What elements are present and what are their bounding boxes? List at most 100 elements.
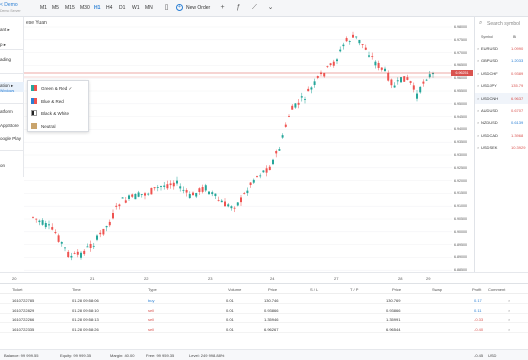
remove-icon[interactable]: × bbox=[477, 46, 479, 51]
color-scheme-label: Blue & Red bbox=[41, 98, 64, 104]
color-scheme-label: Green & Red ✓ bbox=[41, 86, 73, 91]
watchlist-symbol: USDCAD bbox=[481, 132, 498, 138]
plus-icon[interactable]: + bbox=[218, 3, 227, 12]
watchlist-symbol: USDSEK bbox=[481, 145, 498, 151]
trade-row[interactable]: 1610722335 01.28 09:58:26 sell 0.01 6.96267 6… bbox=[0, 324, 528, 333]
trades-col-header: Price bbox=[392, 287, 402, 292]
close-trade-icon[interactable]: × bbox=[508, 327, 510, 332]
side-menu: ant ▸ p ▸ ading ation ▸ Windows atform AppStor… bbox=[0, 17, 24, 177]
candle-body bbox=[89, 243, 92, 248]
trade-profit: 0.11 bbox=[474, 307, 482, 313]
trade-row[interactable]: 1610722829 01.28 09:58:10 sell 0.01 0.93866 0… bbox=[0, 305, 528, 314]
side-menu-item[interactable]: Windows bbox=[0, 89, 14, 93]
timeframe-d1[interactable]: D1 bbox=[119, 5, 125, 11]
remove-icon[interactable]: × bbox=[477, 58, 479, 63]
color-scheme-option[interactable]: Black & White bbox=[31, 108, 87, 118]
brand[interactable]: < Demo Demo Server bbox=[0, 2, 24, 15]
candle-body bbox=[294, 103, 297, 108]
timeframe-h4[interactable]: H4 bbox=[106, 5, 112, 11]
watchlist-bid: 1.2033 bbox=[511, 58, 524, 64]
side-menu-item[interactable]: AppStore bbox=[0, 123, 19, 128]
candle-body bbox=[179, 186, 182, 189]
price-axis: 6.98000 6.97500 6.97000 6.96500 6.96000 6.955… bbox=[452, 17, 474, 272]
trades-col-header: Comment bbox=[488, 287, 506, 292]
watchlist-row[interactable]: × USDCNH 6.9637 bbox=[475, 92, 528, 104]
remove-icon[interactable]: × bbox=[477, 108, 479, 113]
search-input[interactable]: Search symbol bbox=[487, 21, 520, 27]
new-order-button[interactable]: New Order bbox=[186, 5, 210, 11]
candle-body bbox=[35, 218, 38, 220]
watchlist-row[interactable]: × USDJPY 135.79 bbox=[475, 80, 528, 91]
candle-body bbox=[128, 195, 130, 199]
color-scheme-submenu: Green & Red ✓ Blue & Red Black & White Neut… bbox=[27, 80, 89, 132]
price-tick-label: 6.89000 bbox=[454, 255, 467, 260]
color-scheme-option[interactable]: Neutral bbox=[31, 121, 87, 131]
price-chart[interactable] bbox=[24, 17, 452, 272]
watchlist-row[interactable]: × USDSEK 10.3929 bbox=[475, 142, 528, 153]
new-order-icon[interactable]: + bbox=[176, 4, 183, 11]
candle-body bbox=[224, 201, 226, 207]
watchlist-row[interactable]: × EURUSD 1.0990 bbox=[475, 43, 528, 54]
remove-icon[interactable]: × bbox=[477, 133, 479, 138]
candle-body bbox=[265, 168, 268, 173]
objects-icon[interactable]: ⟋ bbox=[250, 3, 259, 12]
timeframe-h1[interactable]: H1 bbox=[94, 5, 100, 11]
watchlist-row[interactable]: × USDCHF 0.9389 bbox=[475, 68, 528, 79]
watchlist-row[interactable]: × USDCAD 1.3968 bbox=[475, 130, 528, 141]
remove-icon[interactable]: × bbox=[477, 96, 479, 101]
candle-body bbox=[214, 193, 217, 197]
trade-price: 6.96267 bbox=[264, 326, 279, 332]
side-menu-item[interactable]: ading bbox=[0, 57, 11, 62]
close-trade-icon[interactable]: × bbox=[508, 317, 510, 322]
trade-volume: 0.01 bbox=[226, 307, 234, 313]
timeframe-m5[interactable]: M5 bbox=[52, 5, 59, 11]
candle-body bbox=[419, 86, 422, 93]
side-menu-item[interactable]: on bbox=[0, 163, 5, 168]
timeframe-m1[interactable]: M1 bbox=[40, 5, 47, 11]
candle-body bbox=[44, 222, 47, 228]
close-trade-icon[interactable]: × bbox=[508, 298, 510, 303]
remove-icon[interactable]: × bbox=[477, 83, 479, 88]
candle-body bbox=[70, 255, 73, 258]
date-tick-label: 28 bbox=[398, 276, 403, 281]
close-trade-icon[interactable]: × bbox=[508, 308, 510, 313]
timeframe-w1[interactable]: W1 bbox=[132, 5, 140, 11]
side-menu-item[interactable]: ant ▸ bbox=[0, 27, 10, 33]
trade-time: 01.28 09:58:26 bbox=[72, 326, 99, 332]
candle-body bbox=[64, 247, 66, 249]
remove-icon[interactable]: × bbox=[477, 71, 479, 76]
chart-type-icon[interactable]: ▯ bbox=[162, 3, 171, 12]
side-menu-item[interactable]: atform bbox=[0, 109, 13, 114]
side-menu-item[interactable]: p ▸ bbox=[0, 42, 6, 48]
remove-icon[interactable]: × bbox=[477, 145, 479, 150]
trade-ticket: 1610722335 bbox=[12, 326, 35, 332]
watchlist-row[interactable]: × NZDUSD 0.6139 bbox=[475, 117, 528, 128]
trade-row[interactable]: 1610722785 01.28 09:58:06 buy 0.01 130.746 13… bbox=[0, 295, 528, 304]
candle-body bbox=[198, 188, 201, 192]
chevron-down-icon[interactable]: ⌄ bbox=[266, 3, 275, 12]
side-menu-item[interactable]: oogle Play bbox=[0, 136, 21, 141]
timeframe-m30[interactable]: M30 bbox=[80, 5, 90, 11]
watchlist-row[interactable]: × GBPUSD 1.2033 bbox=[475, 55, 528, 66]
trade-row[interactable]: 1610722266 01.28 09:58:13 sell 0.01 1.35946 1… bbox=[0, 314, 528, 323]
candle-body bbox=[345, 38, 348, 42]
remove-icon[interactable]: × bbox=[477, 120, 479, 125]
watchlist-symbol: EURUSD bbox=[481, 46, 498, 51]
candle-body bbox=[368, 55, 370, 57]
trade-price: 1.35946 bbox=[264, 317, 279, 322]
candle-body bbox=[140, 194, 143, 195]
price-tick-label: 6.94000 bbox=[454, 127, 467, 132]
search-box[interactable]: ⌕ Search symbol bbox=[479, 20, 528, 29]
candle-body bbox=[83, 250, 86, 255]
candle-body bbox=[339, 49, 342, 52]
watchlist-row[interactable]: × AUDUSD 0.6707 bbox=[475, 105, 528, 116]
candle-body bbox=[57, 235, 60, 242]
indicator-icon[interactable]: ƒ bbox=[234, 3, 243, 12]
candle-body bbox=[176, 180, 178, 184]
trade-profit: 0.17 bbox=[474, 298, 482, 303]
color-scheme-option[interactable]: Blue & Red bbox=[31, 96, 87, 106]
timeframe-mn[interactable]: MN bbox=[145, 5, 153, 11]
color-scheme-option[interactable]: Green & Red ✓ bbox=[31, 83, 87, 93]
timeframe-m15[interactable]: M15 bbox=[65, 5, 75, 11]
candle-body bbox=[169, 183, 172, 186]
